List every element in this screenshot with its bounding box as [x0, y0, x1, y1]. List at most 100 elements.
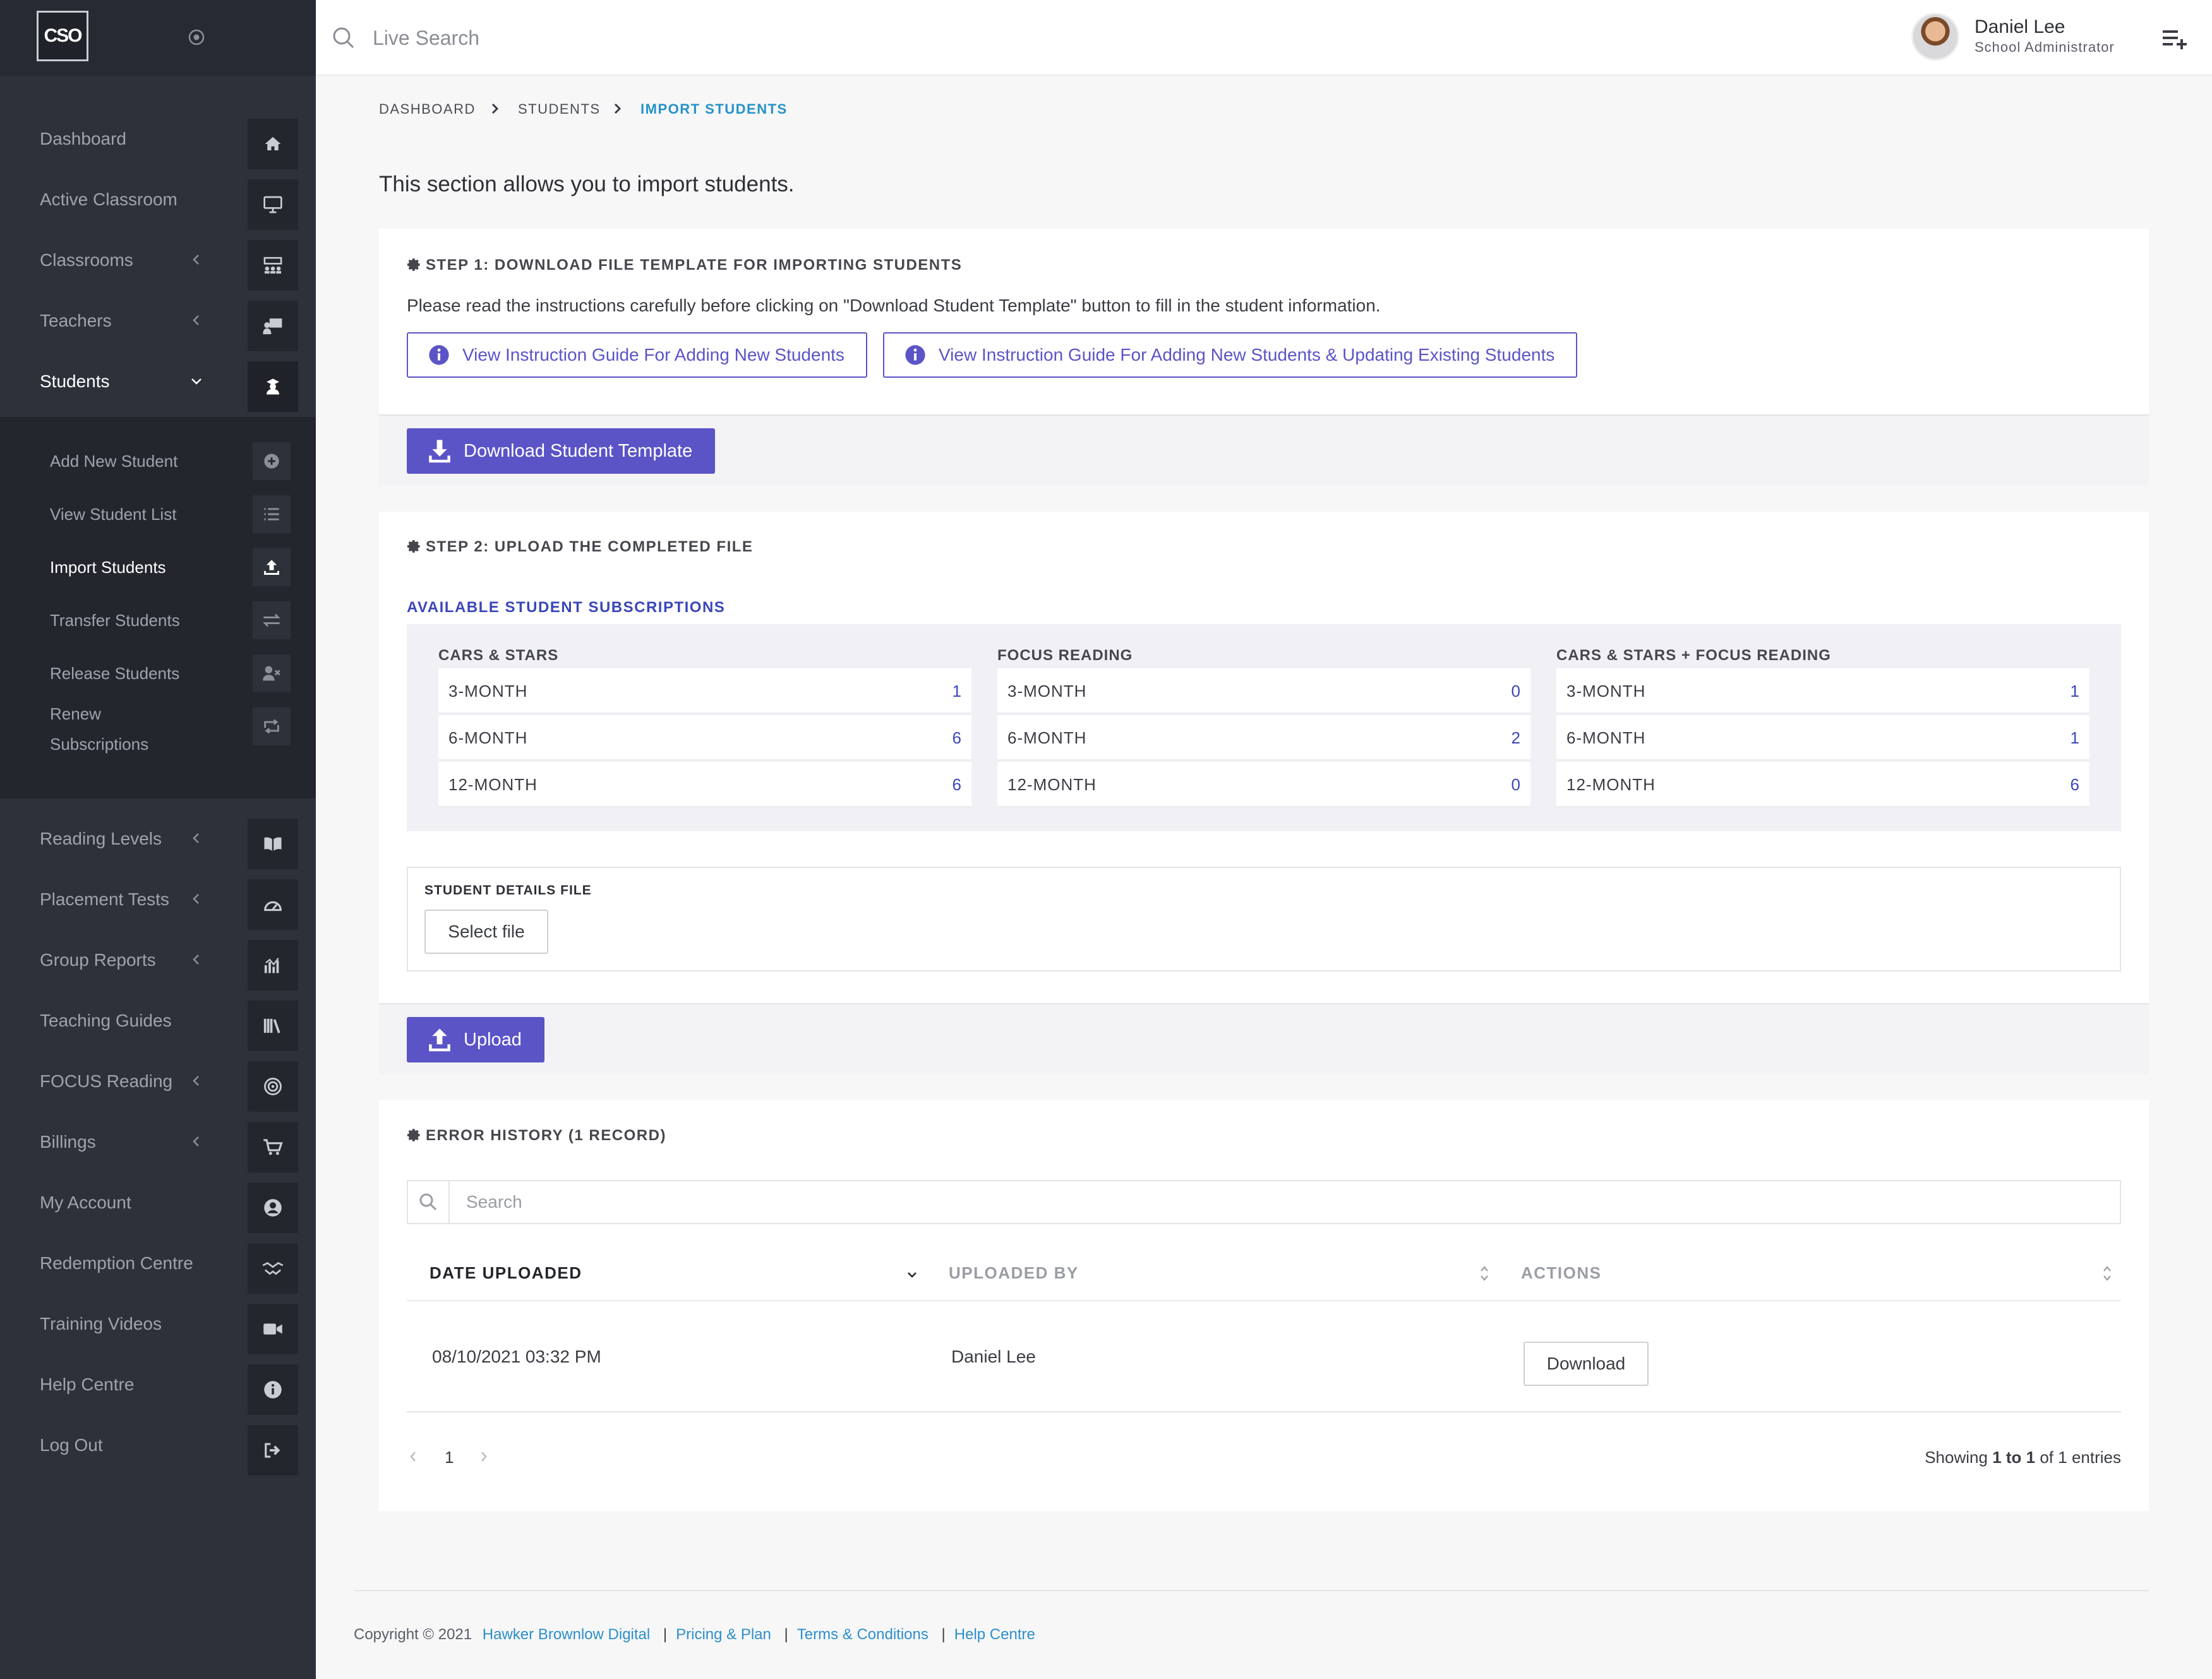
step1-footer: Download Student Template: [379, 414, 2149, 485]
chevron-left-icon: [193, 255, 199, 265]
copyright: Copyright © 2021: [354, 1626, 472, 1643]
guide-update-students-button[interactable]: View Instruction Guide For Adding New St…: [883, 332, 1578, 378]
sidebar-toggle-icon[interactable]: [187, 28, 206, 47]
sidebar-item-help-centre[interactable]: Help Centre: [0, 1354, 316, 1415]
submenu-item-transfer-students[interactable]: Transfer Students: [0, 594, 316, 647]
library-icon: [263, 1018, 280, 1033]
subscription-row: 12-MONTH 6: [438, 762, 971, 807]
company-link[interactable]: Hawker Brownlow Digital: [483, 1626, 650, 1643]
upload-icon: [264, 560, 279, 575]
upload-icon: [429, 1028, 450, 1052]
target-icon: [264, 1078, 282, 1095]
user-role: School Administrator: [1975, 39, 2115, 55]
logo[interactable]: CSO: [37, 11, 88, 61]
submenu-item-renew-subscriptions[interactable]: Renew Subscriptions: [0, 700, 316, 754]
sidebar-item-active-classroom[interactable]: Active Classroom: [0, 169, 316, 230]
breadcrumb-import-students: IMPORT STUDENTS: [640, 101, 788, 117]
select-file-button[interactable]: Select file: [424, 910, 548, 954]
user-name[interactable]: Daniel Lee: [1975, 16, 2065, 38]
error-history-title: ERROR HISTORY (1 RECORD): [407, 1127, 666, 1145]
chevron-left-icon: [193, 315, 199, 325]
home-icon: [265, 136, 281, 150]
subscription-row: 3-MONTH 1: [438, 668, 971, 714]
pagination-next-icon[interactable]: [478, 1449, 490, 1464]
breadcrumb-students[interactable]: STUDENTS: [518, 101, 601, 117]
sidebar-item-dashboard[interactable]: Dashboard: [0, 109, 316, 169]
terms-link[interactable]: Terms & Conditions: [797, 1626, 929, 1643]
info-icon: [905, 345, 925, 365]
menu-add-icon[interactable]: [2160, 24, 2188, 52]
book-icon: [264, 837, 282, 852]
download-error-file-button[interactable]: Download: [1524, 1342, 1649, 1386]
upload-button[interactable]: Upload: [407, 1017, 544, 1062]
cell-date-uploaded: 08/10/2021 03:32 PM: [432, 1347, 601, 1366]
sidebar-item-training-videos[interactable]: Training Videos: [0, 1294, 316, 1354]
sidebar-item-billings[interactable]: Billings: [0, 1112, 316, 1172]
sidebar-item-placement-tests[interactable]: Placement Tests: [0, 869, 316, 930]
column-header-uploaded-by[interactable]: UPLOADED BY: [949, 1263, 1079, 1283]
chevron-left-icon: [193, 954, 199, 965]
list-icon: [264, 508, 279, 521]
classroom-icon: [263, 256, 282, 274]
cart-icon: [263, 1139, 283, 1155]
gear-icon: [407, 258, 420, 271]
sidebar-item-redemption-centre[interactable]: Redemption Centre: [0, 1233, 316, 1294]
sidebar-item-teaching-guides[interactable]: Teaching Guides: [0, 990, 316, 1051]
breadcrumb-dashboard[interactable]: DASHBOARD: [379, 101, 476, 117]
sidebar-item-group-reports[interactable]: Group Reports: [0, 930, 316, 990]
sidebar-item-classrooms[interactable]: Classrooms: [0, 230, 316, 291]
sort-desc-icon[interactable]: [906, 1268, 918, 1281]
subscription-row: 3-MONTH 0: [997, 668, 1530, 714]
sidebar-item-teachers[interactable]: Teachers: [0, 291, 316, 351]
download-template-button[interactable]: Download Student Template: [407, 428, 716, 474]
info-icon: [264, 1381, 282, 1399]
gauge-icon: [264, 901, 282, 912]
sidebar-item-students[interactable]: Students: [0, 351, 316, 412]
monitor-icon: [263, 196, 282, 214]
pagination-page[interactable]: 1: [445, 1448, 454, 1467]
live-search-input[interactable]: [371, 19, 750, 57]
info-icon: [429, 345, 449, 365]
subscription-row: 6-MONTH 2: [997, 715, 1530, 761]
student-details-file-box: STUDENT DETAILS FILE Select file: [407, 867, 2121, 972]
submenu-item-import-students[interactable]: Import Students: [0, 541, 316, 594]
avatar[interactable]: [1911, 13, 1959, 61]
students-submenu: Add New Student View Student List Import…: [0, 417, 316, 798]
step2-card: STEP 2: UPLOAD THE COMPLETED FILE AVAILA…: [379, 512, 2149, 1003]
help-centre-link[interactable]: Help Centre: [954, 1626, 1035, 1643]
step2-footer: Upload: [379, 1003, 2149, 1074]
table-search: [407, 1180, 2121, 1224]
subscription-row: 6-MONTH 1: [1556, 715, 2089, 761]
sidebar-item-focus-reading[interactable]: FOCUS Reading: [0, 1051, 316, 1112]
top-bar: Daniel Lee School Administrator: [316, 0, 2212, 76]
submenu-item-release-students[interactable]: Release Students: [0, 647, 316, 700]
chevron-right-icon: [614, 103, 622, 114]
column-header-date-uploaded[interactable]: DATE UPLOADED: [430, 1263, 582, 1283]
sidebar: CSO Dashboard Active Classroom Classroom…: [0, 0, 316, 1679]
sort-icon[interactable]: [2101, 1263, 2113, 1284]
sidebar-item-my-account[interactable]: My Account: [0, 1172, 316, 1233]
submenu-item-view-student-list[interactable]: View Student List: [0, 488, 316, 541]
plus-circle-icon: [264, 454, 279, 469]
step1-card: STEP 1: DOWNLOAD FILE TEMPLATE FOR IMPOR…: [379, 229, 2149, 414]
table-search-input[interactable]: [465, 1186, 2044, 1218]
student-icon: [267, 378, 279, 395]
subscription-row: 3-MONTH 1: [1556, 668, 2089, 714]
pricing-link[interactable]: Pricing & Plan: [676, 1626, 771, 1643]
handshake-icon: [262, 1261, 284, 1275]
guide-new-students-button[interactable]: View Instruction Guide For Adding New St…: [407, 332, 867, 378]
cell-uploaded-by: Daniel Lee: [951, 1347, 1036, 1366]
subscriptions-panel: CARS & STARS 3-MONTH 1 6-MONTH 6 12-MONTH 6…: [407, 624, 2121, 831]
page-intro: This section allows you to import studen…: [379, 172, 795, 196]
user-circle-icon: [264, 1199, 282, 1217]
column-header-actions[interactable]: ACTIONS: [1521, 1263, 1602, 1283]
submenu-item-add-new-student[interactable]: Add New Student: [0, 435, 316, 488]
search-icon: [333, 27, 354, 49]
sidebar-item-log-out[interactable]: Log Out: [0, 1415, 316, 1476]
sort-icon[interactable]: [1478, 1263, 1491, 1284]
teacher-icon: [263, 318, 282, 335]
footer: Copyright © 2021 Hawker Brownlow Digital…: [354, 1626, 1035, 1643]
chevron-left-icon: [193, 1136, 199, 1146]
sidebar-item-reading-levels[interactable]: Reading Levels: [0, 809, 316, 869]
pagination-prev-icon[interactable]: [407, 1449, 419, 1464]
